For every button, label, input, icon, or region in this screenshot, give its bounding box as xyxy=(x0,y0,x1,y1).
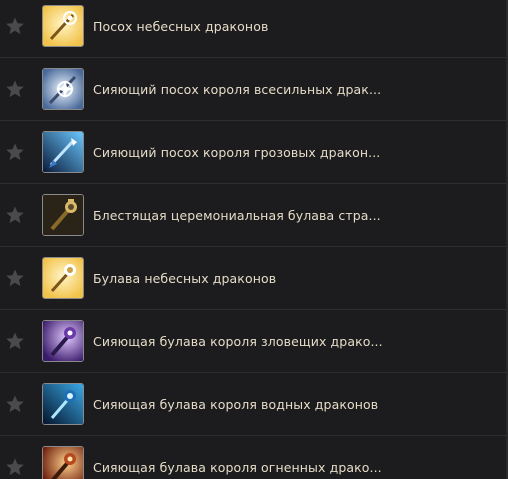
list-item[interactable]: Блестящая церемониальная булава стра... xyxy=(0,184,508,247)
item-name: Сияющая булава короля огненных драко... xyxy=(93,459,382,475)
favorite-star-icon[interactable] xyxy=(5,457,25,477)
item-name: Сияющий посох короля грозовых дракон... xyxy=(93,144,381,160)
item-icon xyxy=(42,446,84,479)
list-item[interactable]: Сияющая булава короля водных драконов xyxy=(0,373,508,436)
item-name: Сияющая булава короля водных драконов xyxy=(93,396,379,412)
favorite-star-icon[interactable] xyxy=(5,331,25,351)
item-name: Сияющая булава короля зловещих драко... xyxy=(93,333,383,349)
item-icon xyxy=(42,383,84,425)
list-item[interactable]: Сияющая булава короля огненных драко... xyxy=(0,436,508,479)
favorite-star-icon[interactable] xyxy=(5,79,25,99)
list-item[interactable]: Сияющий посох короля всесильных драк... xyxy=(0,58,508,121)
item-icon xyxy=(42,320,84,362)
favorite-star-icon[interactable] xyxy=(5,268,25,288)
item-name: Булава небесных драконов xyxy=(93,270,277,286)
item-name: Блестящая церемониальная булава стра... xyxy=(93,207,381,223)
item-icon xyxy=(42,131,84,173)
list-item[interactable]: Булава небесных драконов xyxy=(0,247,508,310)
item-icon xyxy=(42,257,84,299)
item-icon xyxy=(42,5,84,47)
item-icon xyxy=(42,68,84,110)
item-icon xyxy=(42,194,84,236)
list-item[interactable]: Сияющий посох короля грозовых дракон... xyxy=(0,121,508,184)
favorite-star-icon[interactable] xyxy=(5,394,25,414)
item-list: Посох небесных драконов Сияющий посох ко… xyxy=(0,0,508,479)
list-item[interactable]: Сияющая булава короля зловещих драко... xyxy=(0,310,508,373)
favorite-star-icon[interactable] xyxy=(5,205,25,225)
favorite-star-icon[interactable] xyxy=(5,16,25,36)
item-name: Сияющий посох короля всесильных драк... xyxy=(93,81,382,97)
list-item[interactable]: Посох небесных драконов xyxy=(0,0,508,58)
item-name: Посох небесных драконов xyxy=(93,18,269,34)
favorite-star-icon[interactable] xyxy=(5,142,25,162)
